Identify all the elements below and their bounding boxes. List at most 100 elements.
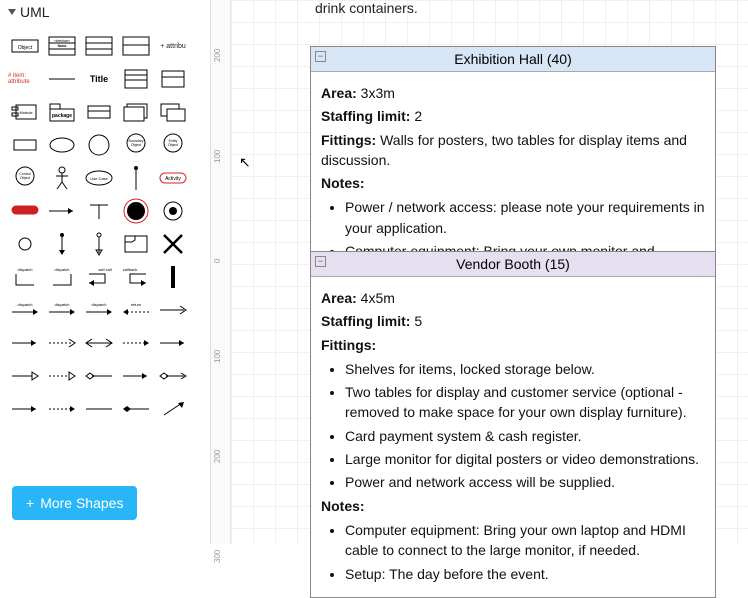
card-header[interactable]: − Vendor Booth (15) [311, 252, 715, 277]
class-shape[interactable] [82, 32, 116, 60]
svg-text:package: package [52, 113, 72, 119]
card-title: Vendor Booth (15) [456, 256, 570, 272]
downarrow-hollow-shape[interactable] [82, 230, 116, 258]
callback-shape[interactable]: callback [119, 263, 153, 291]
collapse-icon[interactable]: − [315, 51, 326, 62]
line-ne-shape[interactable] [156, 395, 190, 423]
assoc-2-shape[interactable] [156, 329, 190, 357]
list-item: Two tables for display and customer serv… [345, 382, 705, 423]
stacked-cards-shape[interactable] [119, 98, 153, 126]
list-item: Shelves for items, locked storage below. [345, 359, 705, 379]
frame-shape[interactable] [119, 230, 153, 258]
title-shape[interactable]: Title [82, 65, 116, 93]
ruler-tick: 0 [213, 259, 222, 263]
svg-text:Name: Name [58, 44, 67, 48]
assoc-double-shape[interactable] [82, 329, 116, 357]
gen-arrow-shape[interactable] [8, 362, 42, 390]
vertical-ruler: 2001000100200300 [211, 0, 231, 544]
real-arrow-shape[interactable] [45, 362, 79, 390]
message-line-shape[interactable] [119, 164, 153, 192]
self-call-shape[interactable]: self call [82, 263, 116, 291]
list-item: Computer equipment: Bring your own lapto… [345, 520, 705, 561]
attribute-text-shape[interactable]: + attribu [156, 32, 190, 60]
ruler-tick: 100 [213, 150, 222, 163]
class-split-shape[interactable] [119, 32, 153, 60]
stacked-rects-shape[interactable] [119, 65, 153, 93]
x-shape[interactable] [156, 230, 190, 258]
req-arrow-shape[interactable] [8, 395, 42, 423]
agg-arrow-shape[interactable] [82, 362, 116, 390]
sidebar-section-title: UML [20, 4, 50, 20]
svg-text:Object: Object [18, 45, 33, 51]
object-shape[interactable]: Object [8, 32, 42, 60]
svg-text:dispatch: dispatch [18, 267, 33, 272]
compose-solid-shape[interactable] [119, 395, 153, 423]
label-box-shape[interactable] [82, 98, 116, 126]
notes-list: Computer equipment: Bring your own lapto… [345, 520, 705, 584]
divider-line-shape[interactable] [45, 65, 79, 93]
canvas-card-vendor[interactable]: − Vendor Booth (15) Area: 4x5mStaffing l… [310, 251, 716, 598]
use-case-shape[interactable]: Use Case [82, 164, 116, 192]
arrow-right-shape[interactable] [45, 197, 79, 225]
more-shapes-label: More Shapes [40, 495, 123, 511]
dep-arrow-shape[interactable] [119, 329, 153, 357]
item-attribute-shape[interactable]: # item: attribute [8, 65, 42, 93]
activity-pill-shape[interactable]: Activity [156, 164, 190, 192]
assoc-dashed-open-shape[interactable] [45, 329, 79, 357]
bracket-left-shape[interactable]: dispatch [8, 263, 42, 291]
assoc-open-shape[interactable] [156, 296, 190, 324]
filled-dot-shape[interactable] [119, 197, 153, 225]
svg-text:dispatch: dispatch [18, 302, 33, 307]
package-shape[interactable]: package [45, 98, 79, 126]
interface-shape[interactable]: «Interface»Name [45, 32, 79, 60]
module-tab-shape[interactable]: Module [8, 98, 42, 126]
bracket-right-shape[interactable]: dispatch [45, 263, 79, 291]
ring-shape[interactable] [156, 197, 190, 225]
3section-class-shape[interactable] [156, 65, 190, 93]
svg-text:callback: callback [123, 267, 137, 272]
dispatch-arrow-b-shape[interactable]: dispatch [45, 296, 79, 324]
return-arrow-shape[interactable]: return [119, 296, 153, 324]
svg-text:return: return [131, 302, 141, 307]
real-open-shape[interactable] [45, 395, 79, 423]
t-junction-shape[interactable] [82, 197, 116, 225]
svg-text:dispatch: dispatch [55, 302, 70, 307]
svg-text:dispatch: dispatch [92, 302, 107, 307]
card-field: Fittings: Walls for posters, two tables … [321, 130, 705, 171]
list-item: Large monitor for digital posters or vid… [345, 449, 705, 469]
thick-bar-shape[interactable] [156, 263, 190, 291]
ruler-tick: 300 [213, 550, 222, 563]
collapse-triangle-icon [8, 9, 16, 15]
downarrow-dot-shape[interactable] [45, 230, 79, 258]
circle-shape[interactable] [82, 131, 116, 159]
agg-open-shape[interactable] [156, 362, 190, 390]
dispatch-arrow-c-shape[interactable]: dispatch [82, 296, 116, 324]
boundary-object-shape[interactable]: BoundaryObject [119, 131, 153, 159]
sidebar-section-header[interactable]: UML [0, 0, 210, 26]
dispatch-arrow-a-shape[interactable]: dispatch [8, 296, 42, 324]
collapse-icon[interactable]: − [315, 256, 326, 267]
state-pill-shape[interactable] [8, 197, 42, 225]
more-shapes-button[interactable]: + More Shapes [12, 486, 137, 520]
rect-outline-shape[interactable] [8, 131, 42, 159]
usecase-ellipse-shape[interactable] [45, 131, 79, 159]
card-field: Staffing limit: 2 [321, 106, 705, 126]
svg-text:Use Case: Use Case [90, 176, 108, 181]
assoc-solid-shape[interactable] [8, 329, 42, 357]
hollow-dot-shape[interactable] [8, 230, 42, 258]
control-object-shape[interactable]: ControlObject [8, 164, 42, 192]
list-item: Setup: The day before the event. [345, 564, 705, 584]
drawing-canvas[interactable]: drink containers. − Exhibition Hall (40)… [231, 0, 748, 544]
card-header[interactable]: − Exhibition Hall (40) [311, 47, 715, 72]
svg-text:dispatch: dispatch [55, 267, 70, 272]
plus-icon: + [26, 495, 34, 511]
svg-text:Object: Object [20, 176, 30, 180]
entity-object-shape[interactable]: EntityObject [156, 131, 190, 159]
actor-shape[interactable] [45, 164, 79, 192]
comp-arrow-shape[interactable] [119, 362, 153, 390]
line-plain-shape[interactable] [82, 395, 116, 423]
shapes-sidebar: UML Object «Interface»Name + attribu # item… [0, 0, 211, 544]
card-field: Area: 4x5m [321, 288, 705, 308]
overlap-rects-shape[interactable] [156, 98, 190, 126]
card-field: Notes: [321, 173, 705, 193]
